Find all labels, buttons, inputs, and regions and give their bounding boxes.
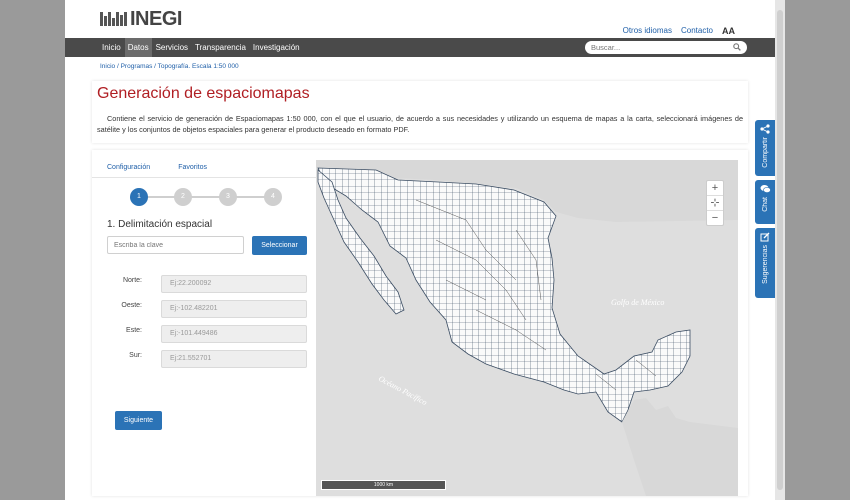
- main-panel: Configuración Favoritos 1 2 3 4 1. Delim…: [92, 150, 748, 496]
- page-title: Generación de espaciomapas: [97, 85, 310, 102]
- label-oeste: Oeste:: [121, 302, 142, 309]
- share-tab-label: Compartir: [761, 137, 769, 168]
- logo-text: INEGI: [130, 7, 182, 30]
- search-icon[interactable]: [733, 43, 741, 51]
- chat-tab[interactable]: Chat: [755, 180, 775, 224]
- central-america-land: [622, 398, 738, 496]
- breadcrumb[interactable]: Inicio / Programas / Topografía. Escala …: [100, 63, 239, 70]
- step-indicator: 1 2 3 4: [130, 188, 282, 206]
- next-button[interactable]: Siguiente: [115, 411, 162, 430]
- nav-item-transparencia[interactable]: Transparencia: [192, 38, 249, 57]
- tab-favoritos[interactable]: Favoritos: [178, 164, 207, 171]
- config-tabs: Configuración Favoritos: [107, 164, 207, 171]
- label-sur: Sur:: [129, 352, 142, 359]
- label-norte: Norte:: [122, 277, 142, 284]
- suggestions-tab-label: Sugerencias: [761, 245, 769, 284]
- key-input[interactable]: [107, 236, 244, 254]
- link-contact[interactable]: Contacto: [681, 26, 713, 36]
- search-box: [585, 41, 747, 54]
- step-2[interactable]: 2: [174, 188, 192, 206]
- zoom-out-button[interactable]: −: [707, 211, 723, 225]
- page-description: Contiene el servicio de generación de Es…: [97, 114, 743, 134]
- page: INEGI Otros idiomas Contacto AA Inicio D…: [65, 0, 775, 500]
- oeste-field[interactable]: Ej:-102.482201: [161, 300, 307, 318]
- tab-divider: [92, 177, 316, 178]
- scrollbar-thumb[interactable]: [777, 10, 783, 490]
- step-1[interactable]: 1: [130, 188, 148, 206]
- top-links: Otros idiomas Contacto AA: [623, 26, 735, 36]
- map-view[interactable]: Golfo de México Océano Pacífico + ⊹ − 10…: [316, 160, 738, 496]
- chat-tab-label: Chat: [761, 197, 769, 212]
- share-icon: [760, 124, 770, 134]
- suggestions-tab[interactable]: Sugerencias: [755, 228, 775, 298]
- page-scrollbar[interactable]: [775, 0, 785, 500]
- edit-icon: [760, 232, 770, 242]
- sur-field[interactable]: Ej:21.552701: [161, 350, 307, 368]
- step-4[interactable]: 4: [264, 188, 282, 206]
- link-other-languages[interactable]: Otros idiomas: [623, 26, 672, 36]
- inegi-logo[interactable]: INEGI: [100, 8, 182, 30]
- nav-item-inicio[interactable]: Inicio: [99, 38, 124, 57]
- tab-configuracion[interactable]: Configuración: [107, 164, 150, 171]
- select-button[interactable]: Seleccionar: [252, 236, 307, 255]
- font-size-toggle[interactable]: AA: [722, 26, 735, 36]
- label-gulf: Golfo de México: [611, 298, 665, 307]
- title-card: Generación de espaciomapas Contiene el s…: [92, 81, 748, 143]
- nav-item-investigacion[interactable]: Investigación: [250, 38, 303, 57]
- map-scale-bar: 1000 km: [321, 480, 446, 490]
- step-connector: [140, 196, 272, 198]
- zoom-controls: + ⊹ −: [706, 180, 724, 226]
- este-field[interactable]: Ej:-101.449486: [161, 325, 307, 343]
- label-este: Este:: [126, 327, 142, 334]
- zoom-in-button[interactable]: +: [707, 181, 723, 196]
- chat-icon: [760, 185, 771, 193]
- pan-button[interactable]: ⊹: [707, 196, 723, 211]
- step-3[interactable]: 3: [219, 188, 237, 206]
- search-input[interactable]: [591, 42, 731, 53]
- norte-field[interactable]: Ej:22.200092: [161, 275, 307, 293]
- nav-item-servicios[interactable]: Servicios: [153, 38, 191, 57]
- map-canvas: [316, 160, 738, 496]
- right-margin: [785, 0, 850, 500]
- nav-item-datos[interactable]: Datos: [124, 38, 152, 57]
- share-tab[interactable]: Compartir: [755, 120, 775, 176]
- main-nav: Inicio Datos Servicios Transparencia Inv…: [65, 38, 775, 57]
- section-title: 1. Delimitación espacial: [107, 219, 213, 230]
- logo-mark-icon: [100, 12, 127, 26]
